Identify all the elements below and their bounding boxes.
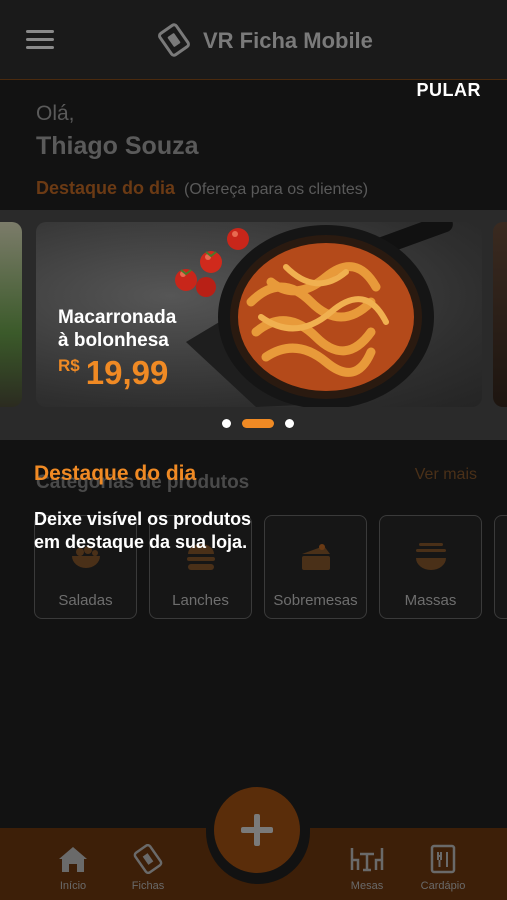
hamburger-icon[interactable] bbox=[26, 30, 54, 50]
carousel-dot-active[interactable] bbox=[242, 419, 274, 428]
add-button[interactable] bbox=[214, 787, 300, 873]
carousel-dot[interactable] bbox=[285, 419, 294, 428]
pasta-icon bbox=[415, 543, 446, 570]
dish-name: Macarronada à bolonhesa bbox=[58, 306, 176, 352]
nav-item-cardapio[interactable]: Cardápio bbox=[403, 838, 483, 898]
carousel-dot[interactable] bbox=[222, 419, 231, 428]
menu-book-icon bbox=[430, 844, 456, 874]
carousel-slide[interactable]: Macarronada à bolonhesa R$ 19,99 bbox=[36, 222, 482, 407]
category-massas[interactable]: Massas bbox=[379, 515, 482, 619]
nav-label: Início bbox=[59, 880, 87, 892]
greeting: Olá, bbox=[36, 102, 75, 125]
cake-icon bbox=[301, 544, 330, 570]
app-title: VR Ficha Mobile bbox=[203, 28, 373, 53]
dish-name-line2: à bolonhesa bbox=[58, 330, 169, 351]
nav-item-fichas[interactable]: Fichas bbox=[108, 838, 188, 898]
tables-icon bbox=[350, 848, 384, 872]
nav-item-inicio[interactable]: Início bbox=[33, 838, 113, 898]
user-name: Thiago Souza bbox=[36, 132, 199, 160]
category-label: Lanches bbox=[172, 592, 229, 609]
ticket-icon bbox=[133, 844, 163, 874]
carousel-indicators bbox=[0, 417, 507, 429]
app-header: VR Ficha Mobile bbox=[0, 0, 507, 80]
price-value: 19,99 bbox=[85, 354, 169, 391]
category-partial[interactable] bbox=[494, 515, 507, 619]
nav-label: Cardápio bbox=[420, 880, 466, 892]
tooltip-text: Deixe visível os produtos em destaque da… bbox=[34, 509, 252, 552]
nav-label: Mesas bbox=[350, 880, 384, 892]
carousel-next-slide[interactable] bbox=[493, 222, 507, 407]
nav-label: Fichas bbox=[131, 880, 165, 892]
featured-carousel[interactable]: Macarronada à bolonhesa R$ 19,99 bbox=[0, 210, 507, 440]
category-label: Massas bbox=[404, 592, 457, 609]
see-more-link[interactable]: Ver mais bbox=[415, 466, 477, 484]
dish-name-line1: Macarronada bbox=[58, 307, 177, 328]
category-sobremesas[interactable]: Sobremesas bbox=[264, 515, 367, 619]
price-currency: R$ bbox=[58, 356, 80, 375]
tooltip-title: Destaque do dia bbox=[34, 462, 197, 485]
featured-title: Destaque do dia bbox=[36, 178, 176, 198]
category-label: Sobremesas bbox=[273, 592, 358, 609]
nav-item-mesas[interactable]: Mesas bbox=[327, 838, 407, 898]
ticket-logo-icon bbox=[158, 23, 190, 57]
home-icon bbox=[59, 847, 87, 872]
skip-button[interactable]: PULAR bbox=[417, 80, 482, 101]
featured-heading: Destaque do dia (Ofereça para os cliente… bbox=[36, 178, 368, 199]
dish-price: R$ 19,99 bbox=[58, 354, 168, 392]
category-label: Saladas bbox=[58, 592, 113, 609]
featured-subtitle: (Ofereça para os clientes) bbox=[184, 181, 369, 198]
carousel-prev-slide[interactable] bbox=[0, 222, 22, 407]
